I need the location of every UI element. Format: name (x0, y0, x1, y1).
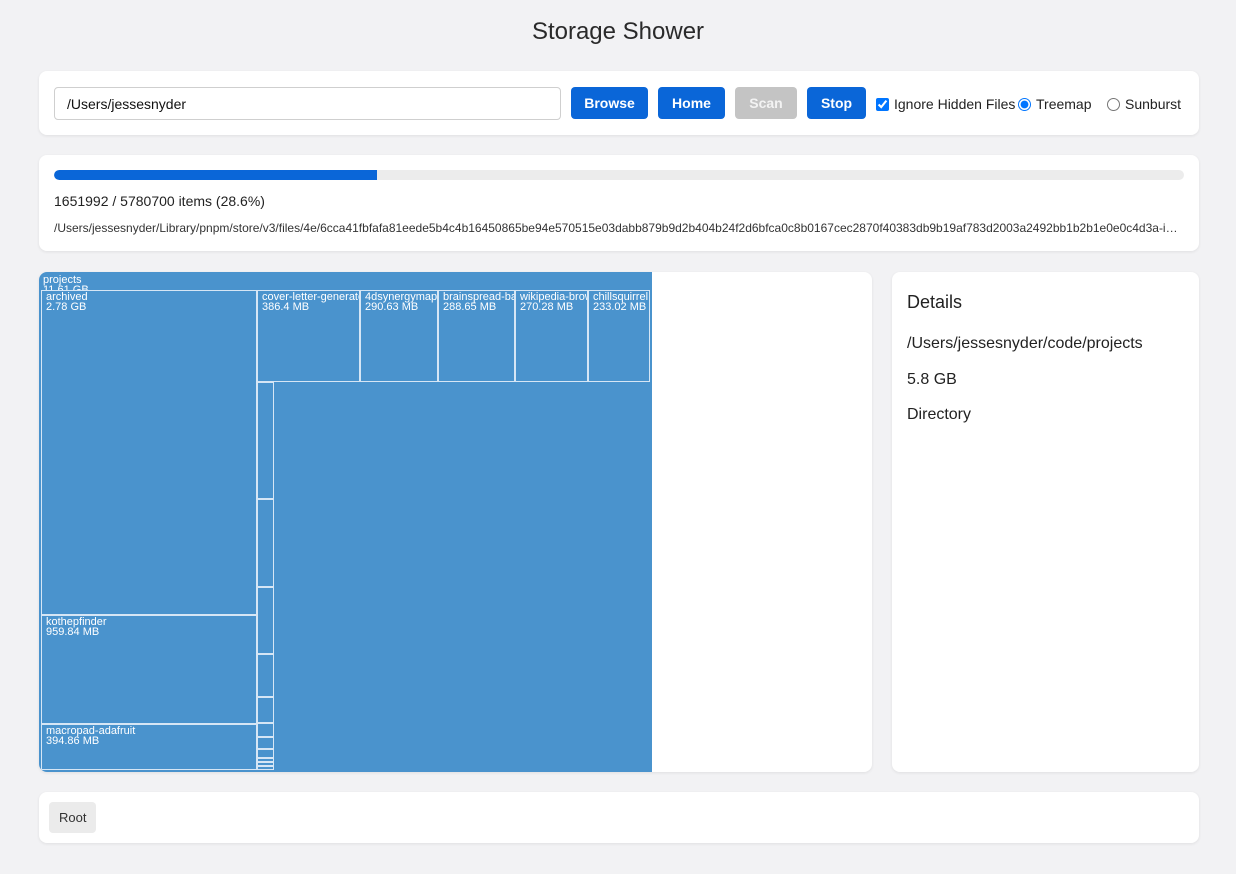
treemap-cell[interactable]: brainspread-backend288.65 MB (438, 290, 515, 382)
treemap-cell[interactable]: chillsquirrel 233.02 MB (588, 290, 650, 382)
sunburst-label: Sunburst (1125, 96, 1182, 112)
treemap-cell[interactable] (257, 723, 274, 737)
ignore-hidden-label: Ignore Hidden Files (894, 96, 1016, 112)
treemap-root-name: projects (43, 274, 82, 286)
ignore-hidden-option[interactable]: Ignore Hidden Files (876, 96, 1015, 112)
details-panel: Details /Users/jessesnyder/code/projects… (892, 272, 1199, 772)
treemap-cell[interactable]: 4dsynergymap 290.63 MB (360, 290, 438, 382)
treemap-cell[interactable] (257, 697, 274, 723)
treemap-cell-size: 288.65 MB (443, 301, 497, 313)
breadcrumb-root[interactable]: Root (49, 802, 97, 833)
breadcrumb: Root (39, 792, 1199, 843)
treemap: projects 11.61 GB archived2.78 GB kothep… (39, 272, 652, 772)
treemap-cell[interactable] (257, 499, 274, 587)
treemap-cell[interactable]: wikipedia-browser270.28 MB (515, 290, 588, 382)
progress-text: 1651992 / 5780700 items (28.6%) (54, 193, 265, 209)
details-size: 5.8 GB (907, 371, 957, 388)
browse-button[interactable]: Browse (571, 87, 648, 119)
scan-progress-panel: 1651992 / 5780700 items (28.6%) /Users/j… (39, 155, 1199, 251)
treemap-cell[interactable] (257, 766, 274, 770)
sunburst-radio[interactable] (1107, 97, 1120, 111)
treemap-cell-size: 290.63 MB (365, 301, 419, 313)
details-type: Directory (907, 406, 972, 423)
current-scan-path: /Users/jessesnyder/Library/pnpm/store/v3… (54, 221, 1184, 235)
treemap-cell[interactable] (257, 382, 274, 499)
progress-bar (54, 170, 1184, 180)
treemap-option[interactable]: Treemap (1018, 96, 1092, 112)
visualization-panel: projects 11.61 GB archived2.78 GB kothep… (39, 272, 872, 772)
treemap-cell[interactable]: macropad-adafruit 394.86 MB (41, 724, 257, 770)
toolbar: Browse Home Scan Stop Ignore Hidden File… (39, 71, 1199, 135)
treemap-cell[interactable] (257, 587, 274, 654)
treemap-cell-size: 2.78 GB (46, 301, 87, 313)
treemap-cell-size: 959.84 MB (46, 626, 100, 638)
treemap-cell[interactable] (257, 737, 274, 749)
treemap-cell[interactable]: kothepfinder 959.84 MB (41, 615, 257, 724)
app-title: Storage Shower (531, 18, 705, 45)
treemap-label: Treemap (1036, 96, 1092, 112)
progress-bar-fill (54, 170, 378, 180)
stop-button[interactable]: Stop (807, 87, 866, 119)
sunburst-option[interactable]: Sunburst (1107, 96, 1181, 112)
path-input[interactable] (54, 87, 561, 120)
treemap-cell-size: 394.86 MB (46, 735, 100, 747)
treemap-cell[interactable] (257, 749, 274, 758)
treemap-cell[interactable] (257, 654, 274, 697)
details-path: /Users/jessesnyder/code/projects (907, 335, 1143, 352)
treemap-cell[interactable]: archived 2.78 GB (41, 290, 257, 615)
treemap-cell-size: 270.28 MB (520, 301, 574, 313)
home-button[interactable]: Home (658, 87, 725, 119)
details-heading: Details (907, 292, 963, 312)
treemap-cell[interactable]: cover-letter-generator 386.4 MB (257, 290, 360, 382)
treemap-cell-size: 386.4 MB (262, 301, 310, 313)
treemap-cell-size: 233.02 MB (593, 301, 647, 313)
ignore-hidden-checkbox[interactable] (876, 97, 889, 111)
scan-button[interactable]: Scan (735, 87, 797, 119)
treemap-radio[interactable] (1018, 97, 1031, 111)
